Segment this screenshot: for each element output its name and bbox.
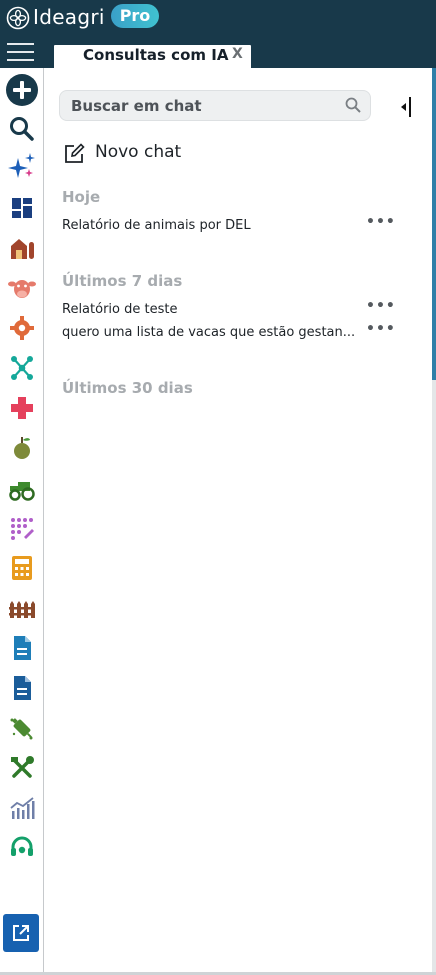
document-icon[interactable] (8, 634, 36, 662)
new-chat-button[interactable]: Novo chat (63, 141, 263, 167)
chat-search-input[interactable] (71, 96, 331, 116)
brand-name: Ideagri (33, 5, 105, 29)
chat-history-panel (46, 68, 432, 975)
tab-consultas-ia[interactable]: Consultas com IA X (54, 45, 251, 68)
hamburger-line (7, 43, 34, 45)
apple-icon[interactable] (8, 434, 36, 462)
hamburger-line (7, 51, 34, 53)
search-icon[interactable] (8, 115, 36, 143)
menu-toggle-button[interactable] (7, 41, 35, 63)
chat-options-button[interactable]: ••• (366, 214, 396, 230)
report-icon[interactable] (8, 674, 36, 702)
scrollbar-thumb[interactable] (432, 68, 436, 380)
group-today-label: Hoje (62, 188, 101, 206)
chat-history-item[interactable]: quero uma lista de vacas que estão gesta… (62, 321, 395, 345)
add-icon[interactable] (5, 73, 39, 107)
tools-icon[interactable] (8, 754, 36, 782)
cow-icon[interactable] (8, 274, 36, 302)
ideagri-logo-icon (6, 6, 30, 30)
tractor-icon[interactable] (8, 474, 36, 502)
new-chat-label: Novo chat (95, 142, 182, 162)
chat-title: Relatório de animais por DEL (62, 218, 251, 233)
chat-history-item[interactable]: Relatório de animais por DEL ••• (62, 214, 395, 238)
hamburger-line (7, 59, 34, 61)
settings-icon[interactable] (8, 314, 36, 342)
chat-search-box (59, 90, 371, 121)
search-icon[interactable] (345, 97, 361, 113)
tab-close-button[interactable]: X (232, 46, 243, 62)
health-cross-icon[interactable] (8, 394, 36, 422)
barn-icon[interactable] (8, 234, 36, 262)
pro-badge: Pro (111, 4, 159, 28)
chat-title: Relatório de teste (62, 302, 178, 317)
dashboard-icon[interactable] (8, 194, 36, 222)
calculator-icon[interactable] (8, 554, 36, 582)
collapse-panel-button[interactable] (398, 96, 414, 118)
fence-icon[interactable] (8, 594, 36, 622)
tab-label: Consultas com IA (83, 46, 229, 64)
dots-pattern-icon[interactable] (8, 514, 36, 542)
sparkle-icon[interactable] (8, 152, 36, 180)
group-last-30-days-label: Últimos 30 dias (62, 379, 193, 397)
network-icon[interactable] (8, 354, 36, 382)
chat-options-button[interactable]: ••• (366, 321, 396, 337)
group-last-7-days-label: Últimos 7 dias (62, 272, 183, 290)
chat-options-button[interactable]: ••• (366, 298, 396, 314)
external-link-button[interactable] (3, 914, 39, 952)
edit-icon (65, 143, 85, 163)
chat-history-item[interactable]: Relatório de teste ••• (62, 298, 395, 322)
headset-icon[interactable] (8, 834, 36, 862)
chat-title: quero uma lista de vacas que estão gesta… (62, 325, 356, 340)
external-link-icon (13, 925, 29, 941)
chart-icon[interactable] (8, 794, 36, 822)
vaccine-icon[interactable] (8, 714, 36, 742)
